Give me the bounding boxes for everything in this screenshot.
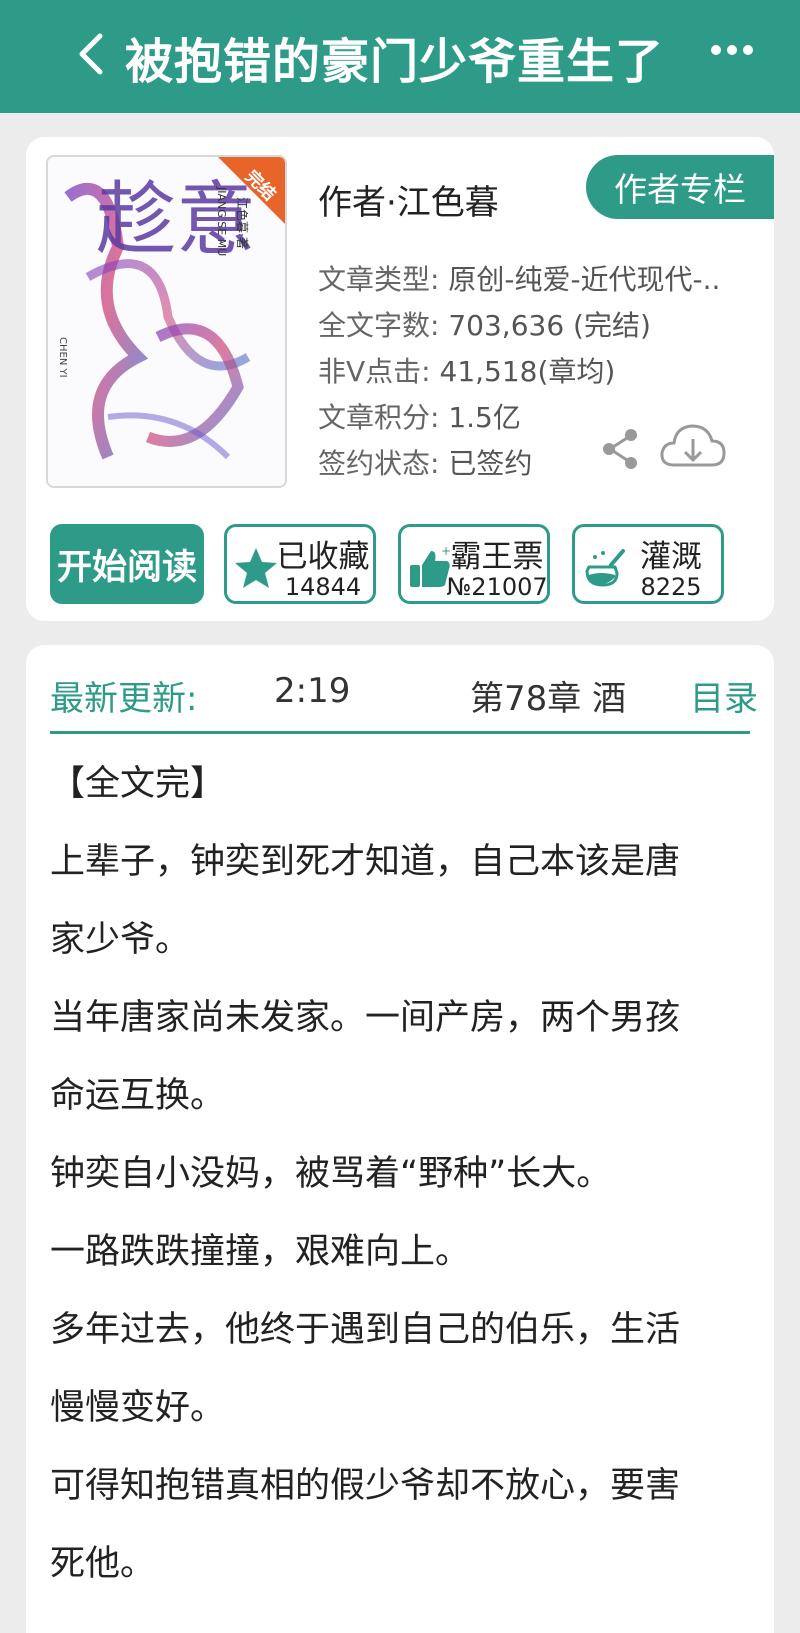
cover-art: 趁意 JIANG SE MU 江色暮·著 CHEN YI 完结 — [48, 157, 285, 486]
cover-author-pinyin: JIANG SE MU — [215, 186, 228, 256]
favorite-label: 已收藏 — [276, 539, 370, 575]
page-title: 被抱错的豪门少爷重生了 — [125, 34, 665, 90]
latest-update-row[interactable]: 最新更新: 2:19 第78章 酒 目录 — [50, 665, 758, 725]
meta-genre-key: 文章类型: — [318, 263, 440, 296]
synopsis-text: 【全文完】 上辈子，钟奕到死才知道，自己本该是唐 家少爷。 当年唐家尚未发家。一… — [50, 745, 760, 1603]
meta-clicks: 非Ⅴ点击: 41,518(章均) — [318, 349, 763, 395]
synopsis-card: 最新更新: 2:19 第78章 酒 目录 【全文完】 上辈子，钟奕到死才知道，自… — [26, 645, 774, 1633]
divider — [50, 731, 750, 734]
meta-clicks-key: 非Ⅴ点击: — [318, 355, 431, 388]
cloud-download-icon[interactable] — [658, 419, 728, 475]
book-cover[interactable]: 趁意 JIANG SE MU 江色暮·著 CHEN YI 完结 — [46, 155, 287, 488]
meta-word-count: 全文字数: 703,636 (完结) — [318, 303, 763, 349]
latest-update-label: 最新更新: — [50, 679, 198, 719]
favorite-count: 14844 — [284, 573, 362, 601]
nutrient-label: 灌溉 — [640, 539, 702, 575]
meta-score-key: 文章积分: — [318, 401, 440, 434]
meta-word-count-value: 703,636 (完结) — [448, 309, 651, 342]
synopsis-line: 【全文完】 — [50, 764, 226, 804]
synopsis-line: 多年过去，他终于遇到自己的伯乐，生活 — [50, 1310, 681, 1350]
synopsis-line: 可得知抱错真相的假少爷却不放心，要害 — [50, 1466, 681, 1506]
meta-genre: 文章类型: 原创-纯爱-近代现代-.. — [318, 257, 763, 303]
more-options-icon[interactable] — [710, 38, 754, 62]
synopsis-line: 一路跌跌撞撞，艰难向上。 — [50, 1232, 471, 1272]
latest-update-time: 2:19 — [274, 671, 351, 711]
ticket-button[interactable]: + 霸王票 №21007 — [398, 524, 550, 604]
meta-contract-key: 签约状态: — [318, 447, 440, 480]
meta-contract-value: 已签约 — [448, 447, 533, 480]
synopsis-line: 命运互换。 — [50, 1076, 226, 1116]
meta-genre-value: 原创-纯爱-近代现代-.. — [448, 263, 721, 296]
synopsis-line: 上辈子，钟奕到死才知道，自己本该是唐 — [50, 842, 681, 882]
cover-title-pinyin: CHEN YI — [57, 337, 68, 378]
synopsis-line: 死他。 — [50, 1544, 156, 1584]
synopsis-line: 家少爷。 — [50, 920, 191, 960]
top-bar: 被抱错的豪门少爷重生了 — [0, 0, 800, 113]
synopsis-line: 钟奕自小没妈，被骂着“野种”长大。 — [50, 1154, 612, 1194]
action-buttons: 开始阅读 已收藏 14844 + 霸王票 №21007 灌溉 8225 — [50, 524, 750, 604]
book-info-card: 趁意 JIANG SE MU 江色暮·著 CHEN YI 完结 作者·江色暮 作… — [26, 137, 774, 621]
start-reading-button[interactable]: 开始阅读 — [50, 524, 204, 604]
author-column-button[interactable]: 作者专栏 — [586, 155, 774, 219]
cover-title-char: 趁意 — [96, 173, 256, 266]
latest-chapter-title[interactable]: 第78章 酒 — [470, 671, 650, 720]
meta-word-count-key: 全文字数: — [318, 309, 440, 342]
nutrient-count: 8225 — [640, 573, 702, 601]
back-arrow-icon[interactable] — [72, 30, 112, 78]
synopsis-line: 当年唐家尚未发家。一间产房，两个男孩 — [50, 998, 681, 1038]
table-of-contents-link[interactable]: 目录 — [690, 671, 758, 720]
nutrient-button[interactable]: 灌溉 8225 — [572, 524, 724, 604]
favorite-button[interactable]: 已收藏 14844 — [224, 524, 376, 604]
meta-score-value: 1.5亿 — [448, 401, 521, 434]
share-icon[interactable] — [598, 427, 642, 471]
ticket-label: 霸王票 — [450, 539, 544, 575]
ticket-count: №21007 — [446, 573, 548, 601]
synopsis-line: 慢慢变好。 — [50, 1388, 226, 1428]
meta-clicks-value: 41,518(章均) — [439, 355, 616, 388]
author-name[interactable]: 作者·江色暮 — [318, 175, 499, 224]
cover-author-cn: 江色暮·著 — [235, 197, 249, 249]
